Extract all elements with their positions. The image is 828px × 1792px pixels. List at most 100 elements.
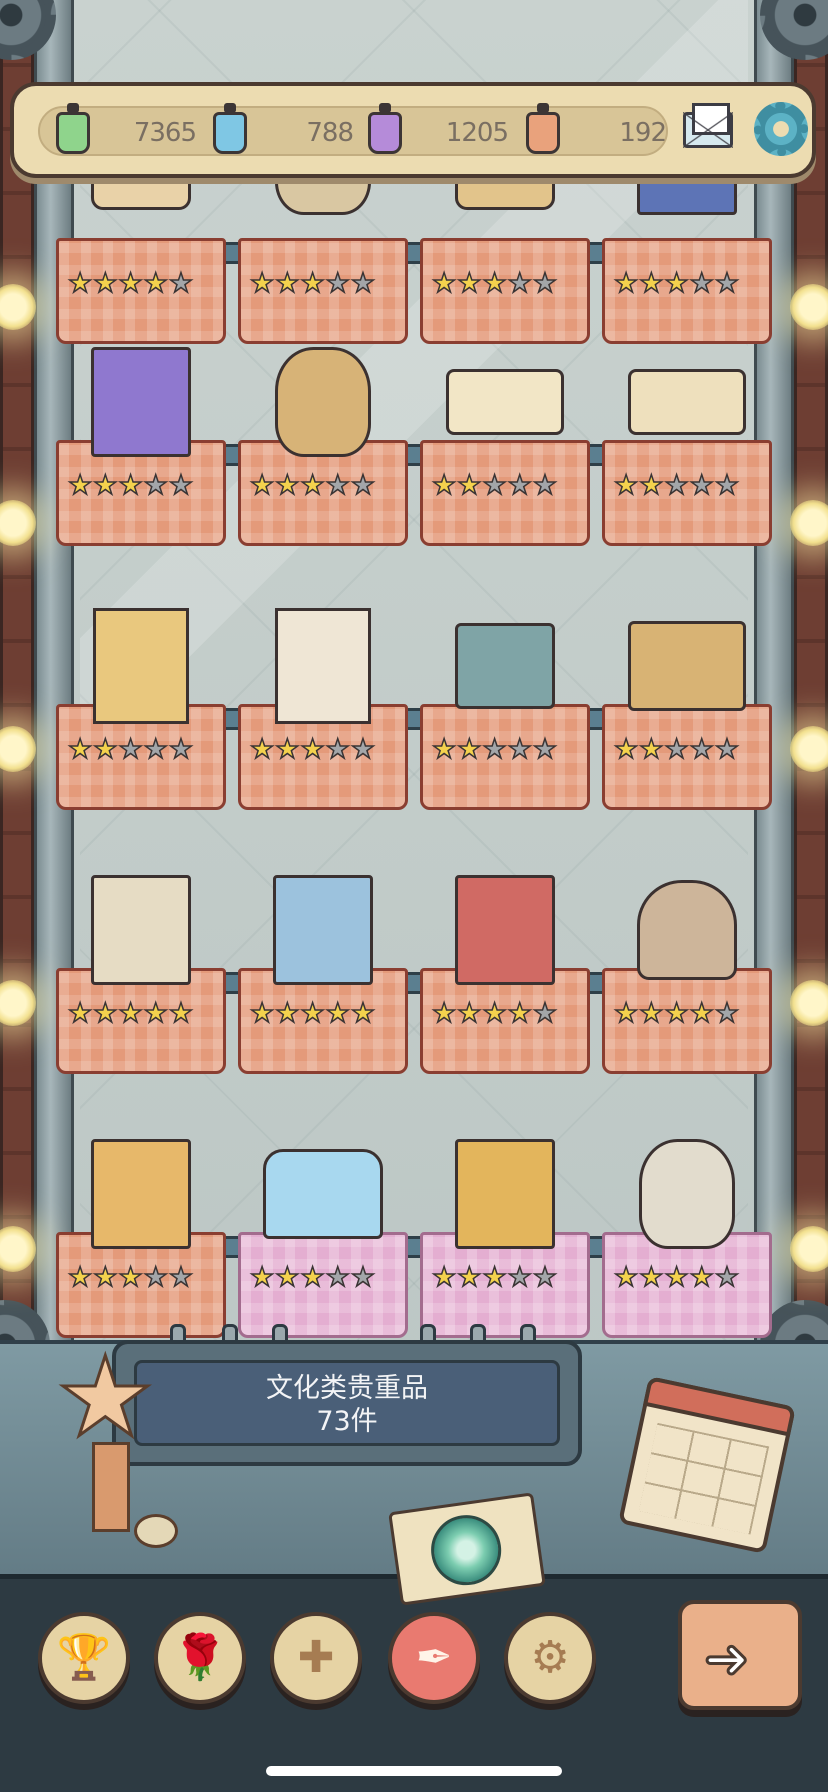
nav-button-trophy[interactable]: 🏆: [38, 1612, 130, 1704]
collection-slot[interactable]: ★ ★ ★ ★ ★: [238, 596, 408, 826]
star-rating: ★ ★ ★ ★ ★: [67, 470, 214, 501]
star-trophy[interactable]: ★: [52, 1341, 178, 1548]
collectible-item[interactable]: [253, 860, 393, 1000]
star-filled-icon: ★: [92, 1262, 118, 1293]
star-rating: ★ ★ ★ ★ ★: [67, 1262, 214, 1293]
collectible-item[interactable]: [617, 860, 757, 1000]
star-filled-icon: ★: [689, 1262, 715, 1293]
star-filled-icon: ★: [638, 470, 664, 501]
star-rating: ★ ★ ★ ★ ★: [431, 735, 578, 765]
collection-slot[interactable]: ★ ★ ★ ★ ★: [420, 860, 590, 1090]
collection-slot[interactable]: ★ ★ ★ ★ ★: [420, 332, 590, 562]
settings-gear-icon: [754, 102, 808, 156]
star-filled-icon: ★: [300, 470, 326, 501]
star-empty-icon: ★: [689, 268, 715, 299]
category-nameplate: 文化类贵重品 73件: [112, 1340, 582, 1466]
collectible-item[interactable]: [71, 860, 211, 1000]
collection-slot[interactable]: ★ ★ ★ ★ ★: [602, 332, 772, 562]
map-orb-paper[interactable]: [388, 1492, 546, 1606]
star-filled-icon: ★: [638, 268, 664, 299]
star-filled-icon: ★: [118, 998, 144, 1029]
collection-slot[interactable]: ★ ★ ★ ★ ★: [420, 1124, 590, 1354]
collectible-item[interactable]: [435, 860, 575, 1000]
purple-night-book-icon: [91, 347, 191, 457]
star-filled-icon: ★: [689, 998, 715, 1029]
star-rating: ★ ★ ★ ★ ★: [249, 998, 396, 1029]
star-filled-icon: ★: [507, 998, 533, 1029]
game-screen: ★ ★ ★ ★ ★ ★ ★ ★ ★ ★ ★ ★ ★ ★ ★ ★ ★ ★ ★ ★ ★ ★ ★ ★ ★ ★ ★ ★ ★ ★ ★ ★ ★ ★ ★ ★ ★ ★ ★ ★…: [0, 0, 828, 1792]
nav-button-cog[interactable]: ⚙: [504, 1612, 596, 1704]
mail-button[interactable]: [679, 100, 737, 158]
collectible-item[interactable]: [435, 596, 575, 736]
star-filled-icon: ★: [274, 470, 300, 501]
calendar-icon[interactable]: [618, 1376, 796, 1554]
star-rating: ★ ★ ★ ★ ★: [249, 470, 396, 501]
resource-pill: 7365 788 1205 192: [38, 103, 668, 158]
collectible-item[interactable]: [71, 596, 211, 736]
parchment-scroll-icon: [628, 369, 746, 435]
collectible-item[interactable]: [435, 1124, 575, 1264]
star-filled-icon: ★: [456, 470, 482, 501]
star-empty-icon: ★: [350, 1262, 376, 1293]
star-filled-icon: ★: [431, 1262, 457, 1293]
collection-slot[interactable]: ★ ★ ★ ★ ★: [56, 332, 226, 562]
settings-button[interactable]: [752, 100, 810, 158]
collection-slot[interactable]: ★ ★ ★ ★ ★: [602, 860, 772, 1090]
collection-slot[interactable]: ★ ★ ★ ★ ★: [602, 596, 772, 826]
star-filled-icon: ★: [664, 1262, 690, 1293]
star-empty-icon: ★: [482, 470, 508, 501]
star-rating: ★ ★ ★ ★ ★: [249, 268, 396, 299]
star-empty-icon: ★: [168, 470, 194, 501]
nav-button-rose[interactable]: 🌹: [154, 1612, 246, 1704]
resource-bar: 7365 788 1205 192: [10, 82, 816, 178]
swirl-orb-icon: [426, 1510, 506, 1590]
resource-value: 1205: [445, 118, 509, 148]
star-empty-icon: ★: [143, 1262, 169, 1293]
collectible-item[interactable]: [253, 1124, 393, 1264]
star-filled-icon: ★: [67, 470, 93, 501]
collectible-item[interactable]: [71, 332, 211, 472]
next-button[interactable]: ➜: [678, 1600, 802, 1710]
red-scroll-icon: [446, 369, 564, 435]
star-filled-icon: ★: [300, 734, 326, 765]
astronaut-book-icon: [91, 1139, 191, 1249]
resource-counter: 192: [516, 103, 667, 158]
star-filled-icon: ★: [67, 998, 93, 1029]
collection-slot[interactable]: ★ ★ ★ ★ ★: [56, 596, 226, 826]
collection-slot[interactable]: ★ ★ ★ ★ ★: [238, 1124, 408, 1354]
star-filled-icon: ★: [482, 1262, 508, 1293]
collectible-item[interactable]: [253, 332, 393, 472]
resource-value: 7365: [133, 118, 197, 148]
collectible-item[interactable]: [253, 596, 393, 736]
star-filled-icon: ★: [350, 998, 376, 1029]
star-empty-icon: ★: [325, 268, 351, 299]
star-filled-icon: ★: [249, 1262, 275, 1293]
star-empty-icon: ★: [532, 1262, 558, 1293]
nav-button-puzzle-cross[interactable]: ✚: [270, 1612, 362, 1704]
collectible-item[interactable]: [617, 332, 757, 472]
star-filled-icon: ★: [249, 268, 275, 299]
collection-slot[interactable]: ★ ★ ★ ★ ★: [56, 1124, 226, 1354]
star-filled-icon: ★: [664, 998, 690, 1029]
collectible-item[interactable]: [435, 332, 575, 472]
star-empty-icon: ★: [350, 268, 376, 299]
collection-slot[interactable]: ★ ★ ★ ★ ★: [602, 1124, 772, 1354]
nav-button-scroll-quill[interactable]: ✒: [388, 1612, 480, 1704]
collection-slot[interactable]: ★ ★ ★ ★ ★: [420, 596, 590, 826]
resource-counter: 788: [203, 103, 354, 158]
collectible-item[interactable]: [617, 596, 757, 736]
buddha-book-icon: [455, 1139, 555, 1249]
collection-slot[interactable]: ★ ★ ★ ★ ★: [56, 860, 226, 1090]
star-empty-icon: ★: [350, 470, 376, 501]
collection-slot[interactable]: ★ ★ ★ ★ ★: [238, 860, 408, 1090]
star-filled-icon: ★: [274, 1262, 300, 1293]
star-rating: ★ ★ ★ ★ ★: [431, 470, 578, 501]
collectible-item[interactable]: [71, 1124, 211, 1264]
pieta-statue-icon: [637, 880, 737, 980]
collectible-item[interactable]: [617, 1124, 757, 1264]
collection-slot[interactable]: ★ ★ ★ ★ ★: [238, 332, 408, 562]
cog-icon: ⚙: [530, 1632, 570, 1683]
green-ink-jar-icon: [56, 103, 90, 154]
home-indicator[interactable]: [266, 1766, 562, 1776]
star-empty-icon: ★: [325, 470, 351, 501]
